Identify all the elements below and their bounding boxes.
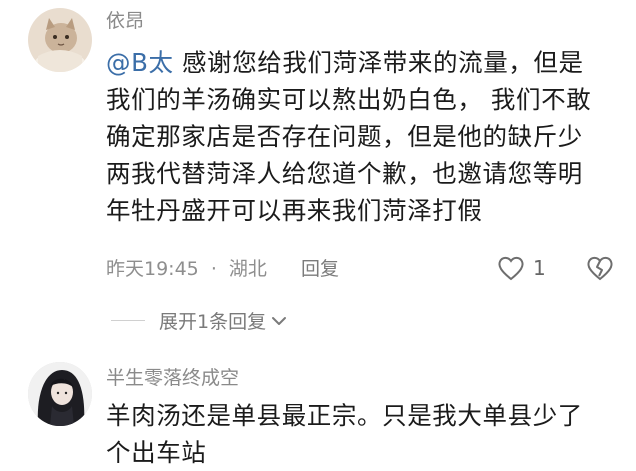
comment-line: 确定那家店是否存在问题，但是他的缺斤少	[106, 122, 583, 151]
username[interactable]: 依昂	[106, 9, 144, 33]
location: 湖北	[228, 258, 267, 280]
comment-item: 依昂 @B太 感谢您给我们菏泽带来的流量，但是 我们的羊汤确实可以熬出奶白色， …	[0, 0, 636, 340]
dislike-button[interactable]	[586, 255, 614, 281]
like-button[interactable]: 1	[497, 255, 546, 281]
chevron-down-icon	[270, 314, 288, 328]
like-count: 1	[533, 256, 546, 280]
comment-line: 年牡丹盛开可以再来我们菏泽打假	[106, 196, 483, 225]
comment-item: 半生零落终成空 羊肉汤还是单县最正宗。只是我大单县少了 个出车站	[0, 350, 636, 467]
comment-line-text: 感谢您给我们菏泽带来的流量，但是	[182, 48, 584, 77]
comment-line: 两我代替菏泽人给您道个歉，也邀请您等明	[106, 159, 583, 188]
reply-button[interactable]: 回复	[301, 257, 339, 281]
heart-outline-icon	[497, 255, 525, 281]
comment-line: @B太 感谢您给我们菏泽带来的流量，但是	[106, 44, 591, 81]
meta-separator: ·	[210, 258, 217, 280]
comment-meta: 昨天19:45 · 湖北 回复	[106, 257, 339, 281]
timestamp: 昨天19:45	[106, 258, 199, 280]
broken-heart-icon	[586, 255, 614, 281]
expand-replies-button[interactable]: 展开1条回复	[111, 307, 288, 334]
avatar[interactable]	[28, 362, 92, 426]
divider	[111, 320, 145, 321]
expand-replies-label: 展开1条回复	[159, 311, 267, 333]
comment-line: 我们的羊汤确实可以熬出奶白色， 我们不敢	[106, 85, 592, 114]
mention-link[interactable]: @B太	[106, 48, 174, 77]
username[interactable]: 半生零落终成空	[106, 366, 239, 390]
comment-line: 个出车站	[106, 438, 207, 467]
comment-line: 羊肉汤还是单县最正宗。只是我大单县少了	[106, 401, 583, 430]
comment-text: 羊肉汤还是单县最正宗。只是我大单县少了 个出车站	[106, 397, 583, 471]
avatar[interactable]	[28, 8, 92, 72]
comment-text: @B太 感谢您给我们菏泽带来的流量，但是 我们的羊汤确实可以熬出奶白色， 我们不…	[106, 44, 591, 229]
